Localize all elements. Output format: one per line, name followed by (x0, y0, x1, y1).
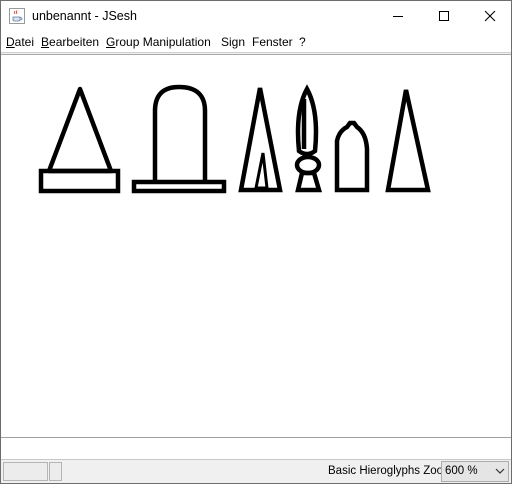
window-title: unbenannt - JSesh (32, 9, 137, 23)
java-coffee-cup-icon (9, 8, 25, 24)
chevron-down-icon (494, 465, 506, 477)
menu-mnemonic: D (6, 35, 15, 49)
menu-label: atei (14, 35, 35, 49)
triangle-on-base-glyph[interactable] (38, 86, 121, 194)
menu-label: roup Manipulation (115, 35, 211, 49)
status-cell-secondary (49, 462, 62, 481)
menu-help[interactable]: ? (299, 35, 306, 49)
glyph-drawing (38, 84, 431, 194)
menu-datei[interactable]: Datei (6, 35, 34, 49)
mdc-input-field[interactable] (1, 437, 511, 459)
menu-label: ? (299, 35, 306, 49)
minimize-icon (393, 16, 403, 17)
hieroglyph-editor-canvas[interactable] (1, 55, 511, 437)
loaf-cone-glyph[interactable] (334, 120, 370, 193)
close-button[interactable] (467, 1, 512, 31)
menu-sign[interactable]: Sign (221, 35, 245, 49)
maximize-icon (439, 11, 449, 21)
menu-mnemonic: G (106, 35, 116, 49)
close-icon (484, 10, 496, 22)
rounded-stela-on-base-glyph[interactable] (131, 84, 227, 194)
menu-label: Sign (221, 35, 246, 49)
maximize-button[interactable] (421, 1, 467, 31)
menu-group-manipulation[interactable]: Group Manipulation (106, 35, 211, 49)
status-bar: Basic Hieroglyphs Zoom 600 % (1, 459, 511, 483)
menu-label: earbeiten (49, 35, 100, 49)
palette-label: Basic Hieroglyphs (328, 465, 421, 477)
menu-mnemonic: B (41, 35, 50, 49)
jsesh-window: unbenannt - JSesh Datei Bearbeiten Group… (0, 0, 512, 484)
thin-cone-glyph[interactable] (385, 89, 431, 193)
feather-plume-glyph[interactable] (294, 84, 323, 193)
zoom-value: 600 % (445, 465, 478, 477)
title-bar[interactable]: unbenannt - JSesh (1, 1, 511, 32)
split-obelisk-glyph[interactable] (238, 87, 283, 193)
palette-zoom-label: Basic Hieroglyphs Zoom (328, 465, 453, 477)
menu-fenster[interactable]: Fenster (252, 35, 293, 49)
menu-bar: Datei Bearbeiten Group Manipulation Sign… (1, 32, 511, 52)
menu-bearbeiten[interactable]: Bearbeiten (41, 35, 99, 49)
status-cell-primary (3, 462, 48, 481)
menu-label: Fenster (252, 35, 293, 49)
minimize-button[interactable] (375, 1, 421, 31)
zoom-dropdown[interactable]: 600 % (441, 461, 509, 482)
